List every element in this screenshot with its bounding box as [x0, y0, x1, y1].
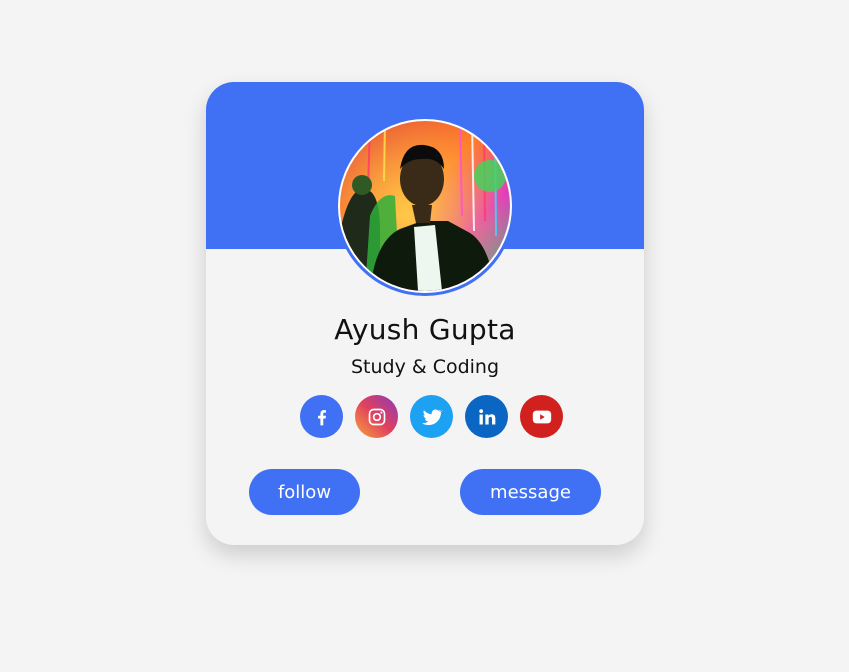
facebook-link[interactable]	[300, 395, 343, 438]
linkedin-link[interactable]	[465, 395, 508, 438]
profile-card: Ayush Gupta Study & Coding follow messag…	[206, 82, 644, 545]
avatar[interactable]	[335, 116, 515, 296]
twitter-link[interactable]	[410, 395, 453, 438]
youtube-link[interactable]	[520, 395, 563, 438]
social-links	[300, 395, 563, 438]
profile-name: Ayush Gupta	[334, 313, 516, 346]
instagram-icon	[368, 408, 385, 425]
youtube-icon	[532, 410, 551, 423]
facebook-icon	[317, 409, 326, 425]
profile-role: Study & Coding	[350, 356, 500, 378]
follow-button[interactable]: follow	[249, 469, 360, 515]
twitter-icon	[421, 409, 443, 425]
instagram-link[interactable]	[355, 395, 398, 438]
avatar-photo	[340, 121, 510, 291]
linkedin-icon	[478, 408, 495, 424]
message-button[interactable]: message	[460, 469, 601, 515]
